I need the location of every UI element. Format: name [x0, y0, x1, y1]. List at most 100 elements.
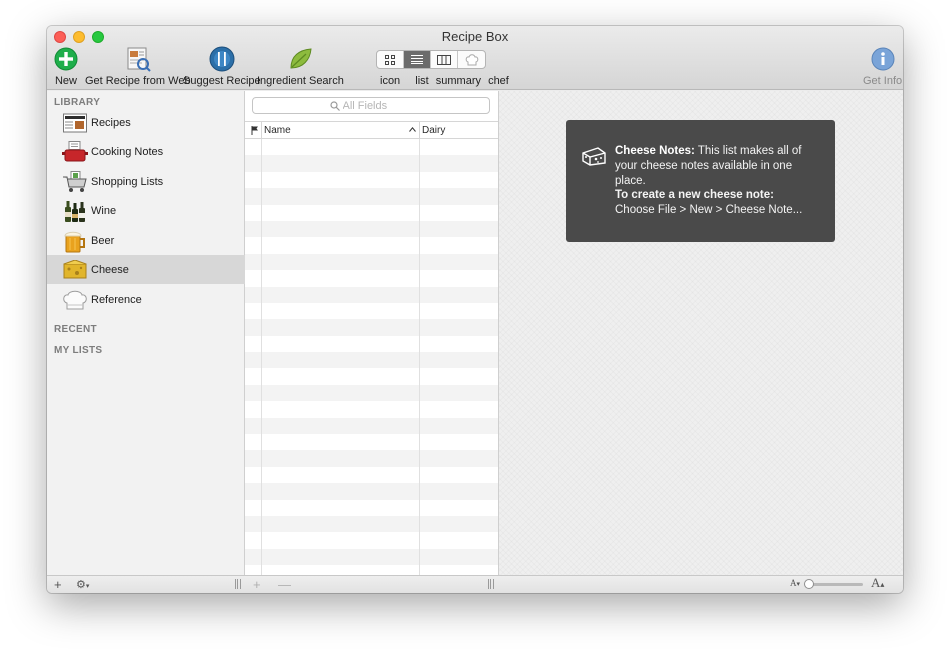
column-gridline [419, 139, 420, 575]
list-row [245, 302, 498, 320]
fork-knife-plate-icon [209, 46, 235, 72]
recent-header[interactable]: RECENT [54, 324, 97, 335]
list-icon [411, 55, 423, 64]
web-recipe-icon [125, 46, 151, 72]
beer-mug-icon [62, 229, 88, 253]
text-size-slider-knob[interactable] [804, 579, 814, 589]
sidebar: LIBRARY Recipes Cooking Notes Shopping L… [47, 91, 245, 575]
list-row [245, 286, 498, 303]
leaf-icon [287, 46, 313, 72]
text-smaller-icon[interactable]: A▾ [790, 578, 800, 588]
detail-pane: Cheese Notes: This list makes all of you… [499, 91, 903, 575]
get-info-button[interactable]: Get Info [863, 46, 902, 87]
gear-icon: ⚙ [76, 579, 86, 591]
chef-hat-icon [62, 288, 88, 312]
sidebar-label-beer: Beer [91, 234, 115, 247]
list-row [245, 155, 498, 172]
list-row [245, 434, 498, 451]
grid-icon [385, 54, 395, 65]
shopping-cart-icon [62, 170, 88, 194]
dairy-column-header[interactable]: Dairy [422, 125, 445, 136]
get-info-label: Get Info [863, 75, 903, 87]
columns-icon [437, 54, 451, 65]
add-item-button[interactable]: + [253, 577, 261, 592]
sidebar-label-wine: Wine [91, 204, 117, 217]
suggest-recipe-button[interactable]: Suggest Recipe [183, 46, 261, 87]
info-icon [870, 46, 896, 72]
pot-icon [62, 140, 88, 164]
view-label-chef: chef [488, 75, 509, 87]
info-create-title: To create a new cheese note: [615, 189, 774, 201]
name-column-header[interactable]: Name [264, 125, 291, 136]
info-create-body: Choose File > New > Cheese Note... [615, 204, 803, 216]
list-row [245, 253, 498, 271]
ingredient-search-button[interactable]: Ingredient Search [257, 46, 344, 87]
cheese-notes-info-panel: Cheese Notes: This list makes all of you… [566, 120, 835, 242]
new-label: New [54, 75, 77, 87]
chevron-down-icon: ▾ [85, 583, 90, 590]
sidebar-label-cooking-notes: Cooking Notes [91, 145, 164, 158]
view-icon-button[interactable] [377, 51, 404, 68]
recipe-card-icon [62, 111, 88, 135]
add-list-button[interactable]: + [54, 577, 62, 592]
search-input[interactable] [342, 99, 413, 112]
sidebar-label-shopping-lists: Shopping Lists [91, 175, 164, 188]
app-window: Recipe Box New Get Recipe from Web Sugge… [47, 26, 903, 593]
view-mode-control [376, 50, 486, 69]
column-gridline [261, 139, 262, 575]
column-divider [261, 122, 262, 139]
column-header: Name Dairy [245, 121, 498, 139]
my-lists-header[interactable]: MY LISTS [54, 345, 102, 356]
sidebar-item-shopping-lists[interactable]: Shopping Lists [47, 167, 245, 196]
cheese-wedge-icon [582, 146, 606, 169]
sidebar-item-recipes[interactable]: Recipes [47, 108, 245, 137]
list-row [245, 417, 498, 435]
sidebar-label-reference: Reference [91, 293, 142, 306]
search-icon [329, 100, 340, 111]
info-instructions: To create a new cheese note: Choose File… [615, 188, 825, 218]
toolbar: Recipe Box New Get Recipe from Web Sugge… [47, 26, 903, 90]
list-row [245, 220, 498, 238]
list-resize-handle[interactable] [488, 579, 494, 589]
list-row [245, 450, 498, 467]
list-row [245, 270, 498, 287]
sidebar-item-wine[interactable]: Wine [47, 196, 245, 225]
text-size-slider[interactable] [807, 583, 863, 586]
list-row [245, 499, 498, 516]
gear-menu-button[interactable]: ⚙▾ [76, 578, 89, 591]
recipe-list-rows [245, 139, 498, 575]
new-button[interactable]: New [53, 46, 79, 87]
search-field[interactable] [252, 97, 490, 114]
list-row [245, 237, 498, 254]
text-larger-icon[interactable]: A▴ [871, 575, 884, 591]
view-chef-button[interactable] [458, 51, 485, 68]
column-divider [419, 122, 420, 139]
sidebar-item-reference[interactable]: Reference [47, 285, 245, 314]
list-row [245, 384, 498, 402]
get-recipe-from-web-label: Get Recipe from Web [85, 75, 191, 87]
sidebar-label-cheese: Cheese [91, 263, 129, 276]
list-row [245, 204, 498, 221]
list-row [245, 319, 498, 336]
library-header: LIBRARY [54, 97, 101, 108]
flag-icon[interactable] [251, 126, 259, 135]
sidebar-item-cooking-notes[interactable]: Cooking Notes [47, 137, 245, 166]
list-row [245, 483, 498, 500]
view-summary-button[interactable] [431, 51, 458, 68]
view-label-summary: summary [435, 75, 481, 87]
remove-item-button[interactable]: — [278, 577, 291, 592]
sort-ascending-icon [409, 127, 416, 132]
list-row [245, 188, 498, 205]
chef-hat-icon [465, 53, 478, 65]
get-recipe-from-web-button[interactable]: Get Recipe from Web [85, 46, 191, 87]
sidebar-resize-handle[interactable] [235, 579, 241, 589]
sidebar-item-cheese[interactable]: Cheese [47, 255, 245, 284]
info-title: Cheese Notes: [615, 145, 695, 157]
sidebar-label-recipes: Recipes [91, 116, 131, 129]
sidebar-item-beer[interactable]: Beer [47, 226, 245, 255]
list-row [245, 171, 498, 189]
wine-bottles-icon [62, 199, 88, 223]
recipe-list-pane: Name Dairy [245, 91, 499, 575]
list-row [245, 401, 498, 418]
view-list-button[interactable] [404, 51, 431, 68]
